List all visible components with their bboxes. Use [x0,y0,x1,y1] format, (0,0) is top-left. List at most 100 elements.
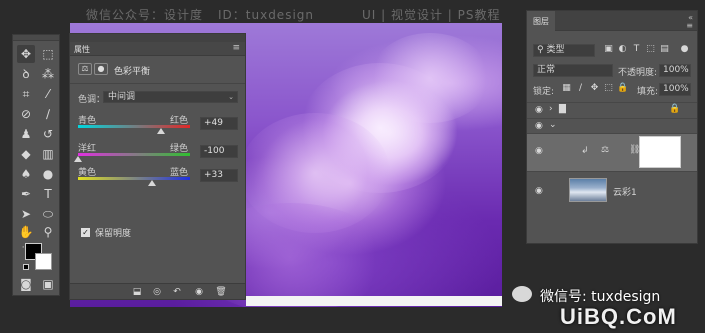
lock-label: 锁定: [533,87,555,97]
tone-select[interactable]: 中间调 ⌄ [103,91,238,103]
layer-thumbnail[interactable] [569,178,607,202]
crop-icon[interactable]: ⌗ [17,85,35,103]
lock-artboard-icon[interactable]: ⬚ [603,83,614,94]
properties-titlebar[interactable] [70,34,245,42]
visibility-eye-icon[interactable]: ◉ [192,286,206,298]
id-watermark: ID：tuxdesign [218,8,315,22]
properties-bottombar: ⬓ ◎ ↶ ◉ 🗑 [70,283,245,299]
clip-arrow-icon: ↲ [581,146,589,156]
default-colors-icon[interactable] [23,264,29,270]
yellow-blue-slider[interactable]: 黄色 蓝色 +33 [78,165,238,191]
eye-icon[interactable]: ◉ [535,121,543,131]
slider-value-input[interactable]: +49 [200,117,238,130]
adjustment-title: 色彩平衡 [114,67,151,77]
magenta-green-slider[interactable]: 洋红 绿色 -100 [74,141,238,167]
panel-menu-icon[interactable]: ≡ [232,43,240,53]
dodge-icon[interactable]: ● [39,165,57,183]
history-brush-icon[interactable]: ↺ [39,125,57,143]
filter-smart-icon[interactable]: ▤ [659,44,670,55]
lock-row: 锁定: ▦ ∕ ✥ ⬚ 🔒 填充: 100% [531,83,693,97]
layers-tabrow: 图层 « ≡ [527,11,697,31]
fill-input[interactable]: 100% [659,83,691,96]
screen-mode-icon[interactable]: ▣ [39,275,57,293]
preserve-checkbox[interactable]: ✓ [81,228,90,237]
layers-panel: 图层 « ≡ ⚲ 类型 ▣ ◐ T ⬚ ▤ ● 正常 不透明度: 100% 锁定… [526,10,698,244]
layers-tab[interactable]: 图层 [527,11,555,31]
lock-position-icon[interactable]: ✥ [589,83,600,94]
slider-thumb[interactable] [157,128,166,134]
lasso-icon[interactable]: ꝺ [17,65,35,83]
delete-icon[interactable]: 🗑 [214,286,228,298]
layer-color-balance[interactable]: ◉ ↲ ⚖ ⛓ [527,133,697,171]
eye-icon[interactable]: ◉ [535,186,543,196]
lock-transparent-icon[interactable]: ▦ [561,83,572,94]
shape-icon[interactable]: ⬭ [39,205,57,223]
move-icon[interactable]: ✥ [17,45,35,63]
group-arrow-icon[interactable]: › [549,104,553,114]
lock-all-icon[interactable]: 🔒 [617,83,628,94]
marquee-icon[interactable]: ⬚ [39,45,57,63]
slider-track[interactable] [78,153,190,156]
filter-row: ⚲ 类型 ▣ ◐ T ⬚ ▤ ● [531,44,693,58]
slider-track[interactable] [78,177,190,180]
group-arrow-icon[interactable]: ⌄ [549,120,557,130]
cloud-top [370,33,490,123]
magic-wand-icon[interactable]: ⁂ [39,65,57,83]
layer-mask-thumbnail[interactable] [639,136,681,168]
path-select-icon[interactable]: ➤ [17,205,35,223]
tone-row: 色调： 中间调 ⌄ [78,91,238,105]
blend-row: 正常 不透明度: 100% [531,64,693,78]
quick-mask-icon[interactable]: ◙ [17,275,35,293]
filter-adjustment-icon[interactable]: ◐ [617,44,628,55]
filter-pixel-icon[interactable]: ▣ [603,44,614,55]
background-color-swatch[interactable] [35,253,52,270]
tone-label: 色调： [78,95,106,105]
filter-toggle-icon[interactable]: ● [679,44,690,55]
eyedropper-icon[interactable]: ⁄ [39,85,57,103]
zoom-icon[interactable]: ⚲ [39,223,57,241]
clone-stamp-icon[interactable]: ♟ [17,125,35,143]
panel-menu-icon[interactable]: ≡ [686,21,693,30]
opacity-label: 不透明度: [618,68,658,78]
filter-select[interactable]: ⚲ 类型 [533,44,595,57]
healing-brush-icon[interactable]: ⊘ [17,105,35,123]
eraser-icon[interactable]: ◆ [17,145,35,163]
cyan-red-slider[interactable]: 青色 红色 +49 [78,113,238,139]
tools-panel: ✥ ⬚ ꝺ ⁂ ⌗ ⁄ ⊘ ∕ ♟ ↺ ◆ ▥ ♠ ● ✒ T ➤ ⬭ ✋ ⚲ … [12,34,60,296]
layer-group[interactable]: ◉ › ▇ 🔒 [527,102,697,118]
filter-type-icon[interactable]: T [631,44,642,55]
slider-thumb[interactable] [74,156,82,162]
slider-value-input[interactable]: +33 [200,169,238,182]
toolbar-grip[interactable] [13,35,59,41]
properties-tab[interactable]: 属性 [74,44,90,55]
type-icon[interactable]: T [39,185,57,203]
preserve-luminosity[interactable]: ✓ 保留明度 [81,226,131,239]
tone-value: 中间调 [108,92,136,102]
slider-value-input[interactable]: -100 [200,145,238,158]
layer-name[interactable]: 云彩1 [613,185,637,198]
slider-track[interactable] [78,125,190,128]
color-balance-icon: ⚖ [601,145,610,155]
opacity-input[interactable]: 100% [659,64,691,77]
wechat-id-watermark: 微信号: tuxdesign [540,289,661,305]
wechat-watermark: 微信公众号：设计度 [86,8,204,22]
pen-icon[interactable]: ✒ [17,185,35,203]
properties-tabrow: 属性 ≡ [70,42,245,56]
folder-icon: ▇ [559,104,566,114]
gradient-icon[interactable]: ▥ [39,145,57,163]
mask-icon[interactable]: ● [94,63,108,75]
blend-mode-select[interactable]: 正常 [533,64,613,77]
lock-pixels-icon[interactable]: ∕ [575,83,586,94]
brush-icon[interactable]: ∕ [39,105,57,123]
reset-icon[interactable]: ↶ [170,286,184,298]
filter-label: 类型 [546,45,565,55]
eye-icon[interactable]: ◉ [535,146,543,156]
eye-icon[interactable]: ◉ [535,105,543,115]
filter-shape-icon[interactable]: ⬚ [645,44,656,55]
layer-cloud[interactable]: ◉ 云彩1 [527,171,697,211]
slider-thumb[interactable] [148,180,157,186]
view-previous-state-icon[interactable]: ◎ [150,286,164,298]
blur-icon[interactable]: ♠ [17,165,35,183]
clip-to-layer-icon[interactable]: ⬓ [130,286,144,298]
layer-group-open[interactable]: ◉ ⌄ [527,118,697,133]
